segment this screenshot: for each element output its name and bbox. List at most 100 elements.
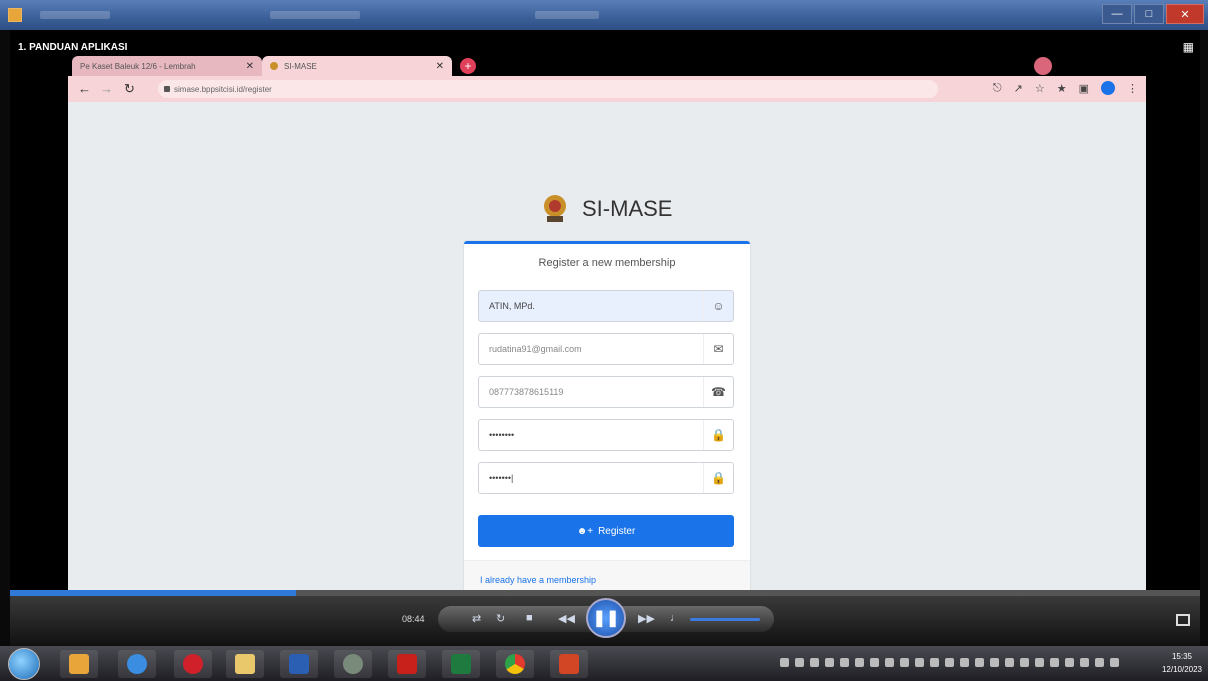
page-content: SI-MASE Register a new membership ATIN, … [68,102,1146,614]
register-button[interactable]: ☻+ Register [478,515,734,547]
taskbar-app-word[interactable] [280,650,318,678]
add-user-icon: ☻+ [576,525,594,537]
stop-icon[interactable]: ■ [526,612,533,624]
register-card: Register a new membership ATIN, MPd. ☺ r… [464,241,750,601]
grid-view-icon[interactable]: ▦ [1183,40,1194,54]
ie-icon [127,654,147,674]
previous-icon[interactable]: ◀◀ [558,612,575,625]
title-ghost [40,11,110,19]
address-bar[interactable]: simase.bppsitcisi.id/register [158,80,938,98]
url-text: simase.bppsitcisi.id/register [174,84,272,94]
shuffle-icon[interactable]: ⇄ [472,612,481,625]
password-field[interactable]: •••••••• 🔒 [478,419,734,451]
new-tab-button[interactable]: + [460,58,476,74]
tray-icon[interactable] [1065,658,1074,667]
video-title: 1. PANDUAN APLIKASI [18,42,128,53]
forward-icon[interactable]: → [100,81,113,96]
taskbar-app-explorer[interactable] [226,650,264,678]
pause-button[interactable]: ❚❚ [586,598,626,638]
emblem-icon [544,195,566,222]
word-icon [289,654,309,674]
lock-icon: 🔒 [703,463,733,493]
volume-icon[interactable]: ♩ [670,612,681,624]
tray-icon[interactable] [1005,658,1014,667]
tray-icon[interactable] [885,658,894,667]
back-icon[interactable]: ← [78,81,91,96]
tray-icon[interactable] [990,658,999,667]
reload-icon[interactable]: ↻ [124,81,135,97]
volume-slider[interactable] [690,618,760,621]
tray-icon[interactable] [1050,658,1059,667]
tray-icon[interactable] [975,658,984,667]
taskbar-app-ie[interactable] [118,650,156,678]
fullname-value: ATIN, MPd. [489,301,535,311]
pdf-icon [397,654,417,674]
tray-icon[interactable] [810,658,819,667]
tray-icon[interactable] [825,658,834,667]
chrome-icon [505,654,525,674]
tray-icon[interactable] [795,658,804,667]
register-label: Register [598,525,636,537]
tray-icon[interactable] [1080,658,1089,667]
taskbar-app-powerpoint[interactable] [550,650,588,678]
system-clock[interactable]: 15:35 12/10/2023 [1162,650,1202,676]
close-button[interactable]: ✕ [1166,4,1204,24]
close-icon[interactable]: ✕ [246,61,254,72]
tab-label: SI-MASE [284,61,317,71]
taskbar-app-excel[interactable] [442,650,480,678]
minimize-button[interactable]: — [1102,4,1132,24]
tray-icon[interactable] [915,658,924,667]
elapsed-time: 08:44 [402,614,425,624]
fullscreen-icon[interactable] [1176,614,1190,626]
close-icon[interactable]: ✕ [436,61,444,72]
phone-field[interactable]: 087773878615119 ☎ [478,376,734,408]
email-field[interactable]: rudatina91@gmail.com ✉ [478,333,734,365]
brand-name: SI-MASE [582,196,673,221]
tray-icon[interactable] [1035,658,1044,667]
taskbar-app-chrome[interactable] [496,650,534,678]
membership-link[interactable]: I already have a membership [480,575,596,585]
key-icon[interactable]: ⎋ [993,82,1002,95]
fullname-field[interactable]: ATIN, MPd. ☺ [478,290,734,322]
tab-strip: Pe Kaset Baleuk 12/6 - Lembrah ✕ SI-MASE… [68,54,1146,76]
user-icon: ☺ [703,291,733,321]
app-icon [8,8,22,22]
taskbar-app-opera[interactable] [174,650,212,678]
tab-simase[interactable]: SI-MASE ✕ [262,56,452,76]
taskbar-app-pdf[interactable] [388,650,426,678]
tray-icon[interactable] [1095,658,1104,667]
next-icon[interactable]: ▶▶ [638,612,655,625]
system-tray [780,658,1119,667]
phone-value: 087773878615119 [489,387,564,397]
maximize-button[interactable]: □ [1134,4,1164,24]
folder-icon [235,654,255,674]
player-controls: 08:44 ⇄ ↻ ■ ◀◀ ❚❚ ▶▶ ♩ [10,596,1200,646]
tray-icon[interactable] [930,658,939,667]
tray-icon[interactable] [780,658,789,667]
avatar[interactable] [1101,81,1115,95]
star-icon[interactable]: ☆ [1035,82,1045,95]
tray-icon[interactable] [870,658,879,667]
taskbar-app-misc[interactable] [334,650,372,678]
lock-icon: 🔒 [703,420,733,450]
extensions-icon[interactable]: ★ [1057,82,1067,95]
start-button[interactable] [8,648,40,680]
tray-icon[interactable] [855,658,864,667]
tab-other[interactable]: Pe Kaset Baleuk 12/6 - Lembrah ✕ [72,56,262,76]
share-icon[interactable]: ↗ [1014,82,1023,95]
menu-icon[interactable]: ⋮ [1127,82,1138,95]
tray-icon[interactable] [900,658,909,667]
retype-password-field[interactable]: •••••••| 🔒 [478,462,734,494]
tray-icon[interactable] [1020,658,1029,667]
tray-icon[interactable] [840,658,849,667]
taskbar-app-media[interactable] [60,650,98,678]
tray-icon[interactable] [1110,658,1119,667]
repeat-icon[interactable]: ↻ [496,612,505,625]
app-icon [343,654,363,674]
sidepanel-icon[interactable]: ▣ [1079,82,1089,95]
os-window-titlebar: — □ ✕ [0,0,1208,30]
powerpoint-icon [559,654,579,674]
profile-icon[interactable] [1034,57,1052,75]
tray-icon[interactable] [960,658,969,667]
tray-icon[interactable] [945,658,954,667]
